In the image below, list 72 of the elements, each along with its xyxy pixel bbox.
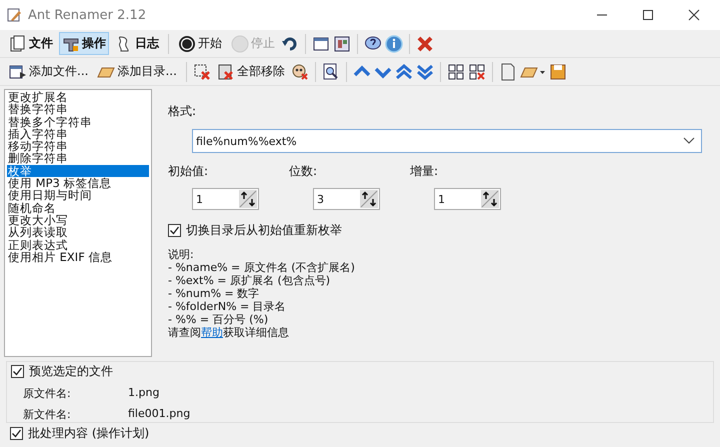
preview-label: 原文件名: (23, 386, 72, 401)
action-item[interactable]: 枚举 (7, 164, 149, 178)
spinner-label: 初始值: (168, 163, 210, 180)
preview-checkbox[interactable]: 预览选定的文件 (11, 363, 713, 380)
action-item[interactable]: 使用日期与时间 (7, 189, 149, 202)
help-text: 请查阅帮助获取详细信息 (168, 326, 290, 339)
toolbar-button[interactable]: 开始 (175, 32, 225, 55)
window-icon[interactable] (312, 34, 330, 52)
double-up-icon[interactable] (394, 62, 413, 80)
number-spinner[interactable]: 1 (434, 188, 501, 210)
add-files-button[interactable]: 添加文件... (6, 60, 92, 83)
add-file-icon (9, 62, 27, 80)
checkmark-icon (11, 428, 22, 439)
action-item[interactable]: 替换字符串 (7, 103, 149, 116)
double-down-icon[interactable] (416, 62, 434, 80)
documents-icon (9, 34, 27, 52)
remove-all-button[interactable]: 全部移除 (214, 60, 288, 83)
spin-arrows-icon[interactable] (360, 190, 378, 208)
help-text: - %folderN% = 目录名 (168, 300, 287, 313)
remove-icon[interactable] (192, 62, 211, 80)
preview-value: file001.png (128, 407, 190, 422)
batch-checkbox[interactable]: 批处理内容 (操作计划) (10, 425, 714, 442)
window-title: Ant Renamer 2.12 (28, 8, 146, 22)
remove-all-icon (216, 62, 235, 80)
action-item[interactable]: 正则表达式 (7, 238, 149, 251)
action-item[interactable]: 使用 MP3 标签信息 (7, 177, 149, 190)
info-icon[interactable] (385, 34, 403, 52)
action-item[interactable]: 使用相片 EXIF 信息 (7, 250, 149, 264)
help-link[interactable]: 帮助 (201, 326, 223, 339)
preview-label: 新文件名: (23, 407, 72, 422)
grid-icon[interactable] (446, 62, 465, 80)
toolbar-button[interactable]: 操作 (59, 32, 109, 55)
number-spinner[interactable]: 1 (192, 188, 259, 210)
close-icon[interactable] (688, 9, 700, 21)
page-icon[interactable] (498, 62, 517, 80)
spinner-label: 位数: (289, 163, 318, 180)
checkmark-icon (169, 225, 180, 236)
action-item[interactable]: 更改大小写 (7, 214, 149, 226)
action-item[interactable]: 随机命名 (7, 202, 149, 214)
action-item[interactable]: 删除字符串 (7, 152, 149, 165)
format-label: 格式: (168, 103, 198, 120)
checkmark-icon (12, 366, 23, 377)
number-spinner[interactable]: 3 (313, 188, 380, 210)
restart-checkbox[interactable]: 切换目录后从初始值重新枚举 (168, 222, 702, 239)
help-text: - %% = 百分号 (%) (168, 313, 270, 326)
preview-value: 1.png (128, 386, 160, 401)
add-folder-button[interactable]: 添加目录... (94, 60, 180, 83)
grid-remove-icon[interactable] (468, 62, 486, 80)
maximize-icon[interactable] (642, 9, 654, 21)
action-item[interactable]: 更改扩展名 (7, 91, 149, 104)
app-icon (6, 7, 22, 23)
help-text: - %num% = 数字 (168, 287, 260, 300)
help-text: 说明: (168, 248, 195, 261)
spinner-label: 增量: (410, 163, 440, 180)
spin-arrows-icon[interactable] (239, 190, 257, 208)
help-icon[interactable] (364, 34, 382, 52)
undo-icon[interactable] (281, 34, 299, 52)
search-icon[interactable] (322, 62, 340, 80)
format-combobox[interactable]: file%num%%ext% (192, 129, 702, 153)
help-text: - %ext% = 原扩展名 (包含点号) (168, 274, 332, 287)
action-item[interactable]: 移动字符串 (7, 140, 149, 152)
help-text: - %name% = 原文件名 (不含扩展名) (168, 261, 356, 274)
spin-arrows-icon[interactable] (481, 190, 499, 208)
toolbar-button[interactable]: 文件 (6, 32, 56, 55)
exit-icon[interactable] (416, 34, 434, 52)
action-item[interactable]: 替换多个字符串 (7, 116, 149, 128)
save-icon[interactable] (548, 62, 567, 80)
toolbar-button[interactable]: 日志 (112, 32, 162, 55)
action-item[interactable]: 插入字符串 (7, 128, 149, 140)
action-item[interactable]: 从列表读取 (7, 226, 149, 239)
stop-icon (231, 34, 249, 52)
panel-icon[interactable] (333, 34, 351, 52)
